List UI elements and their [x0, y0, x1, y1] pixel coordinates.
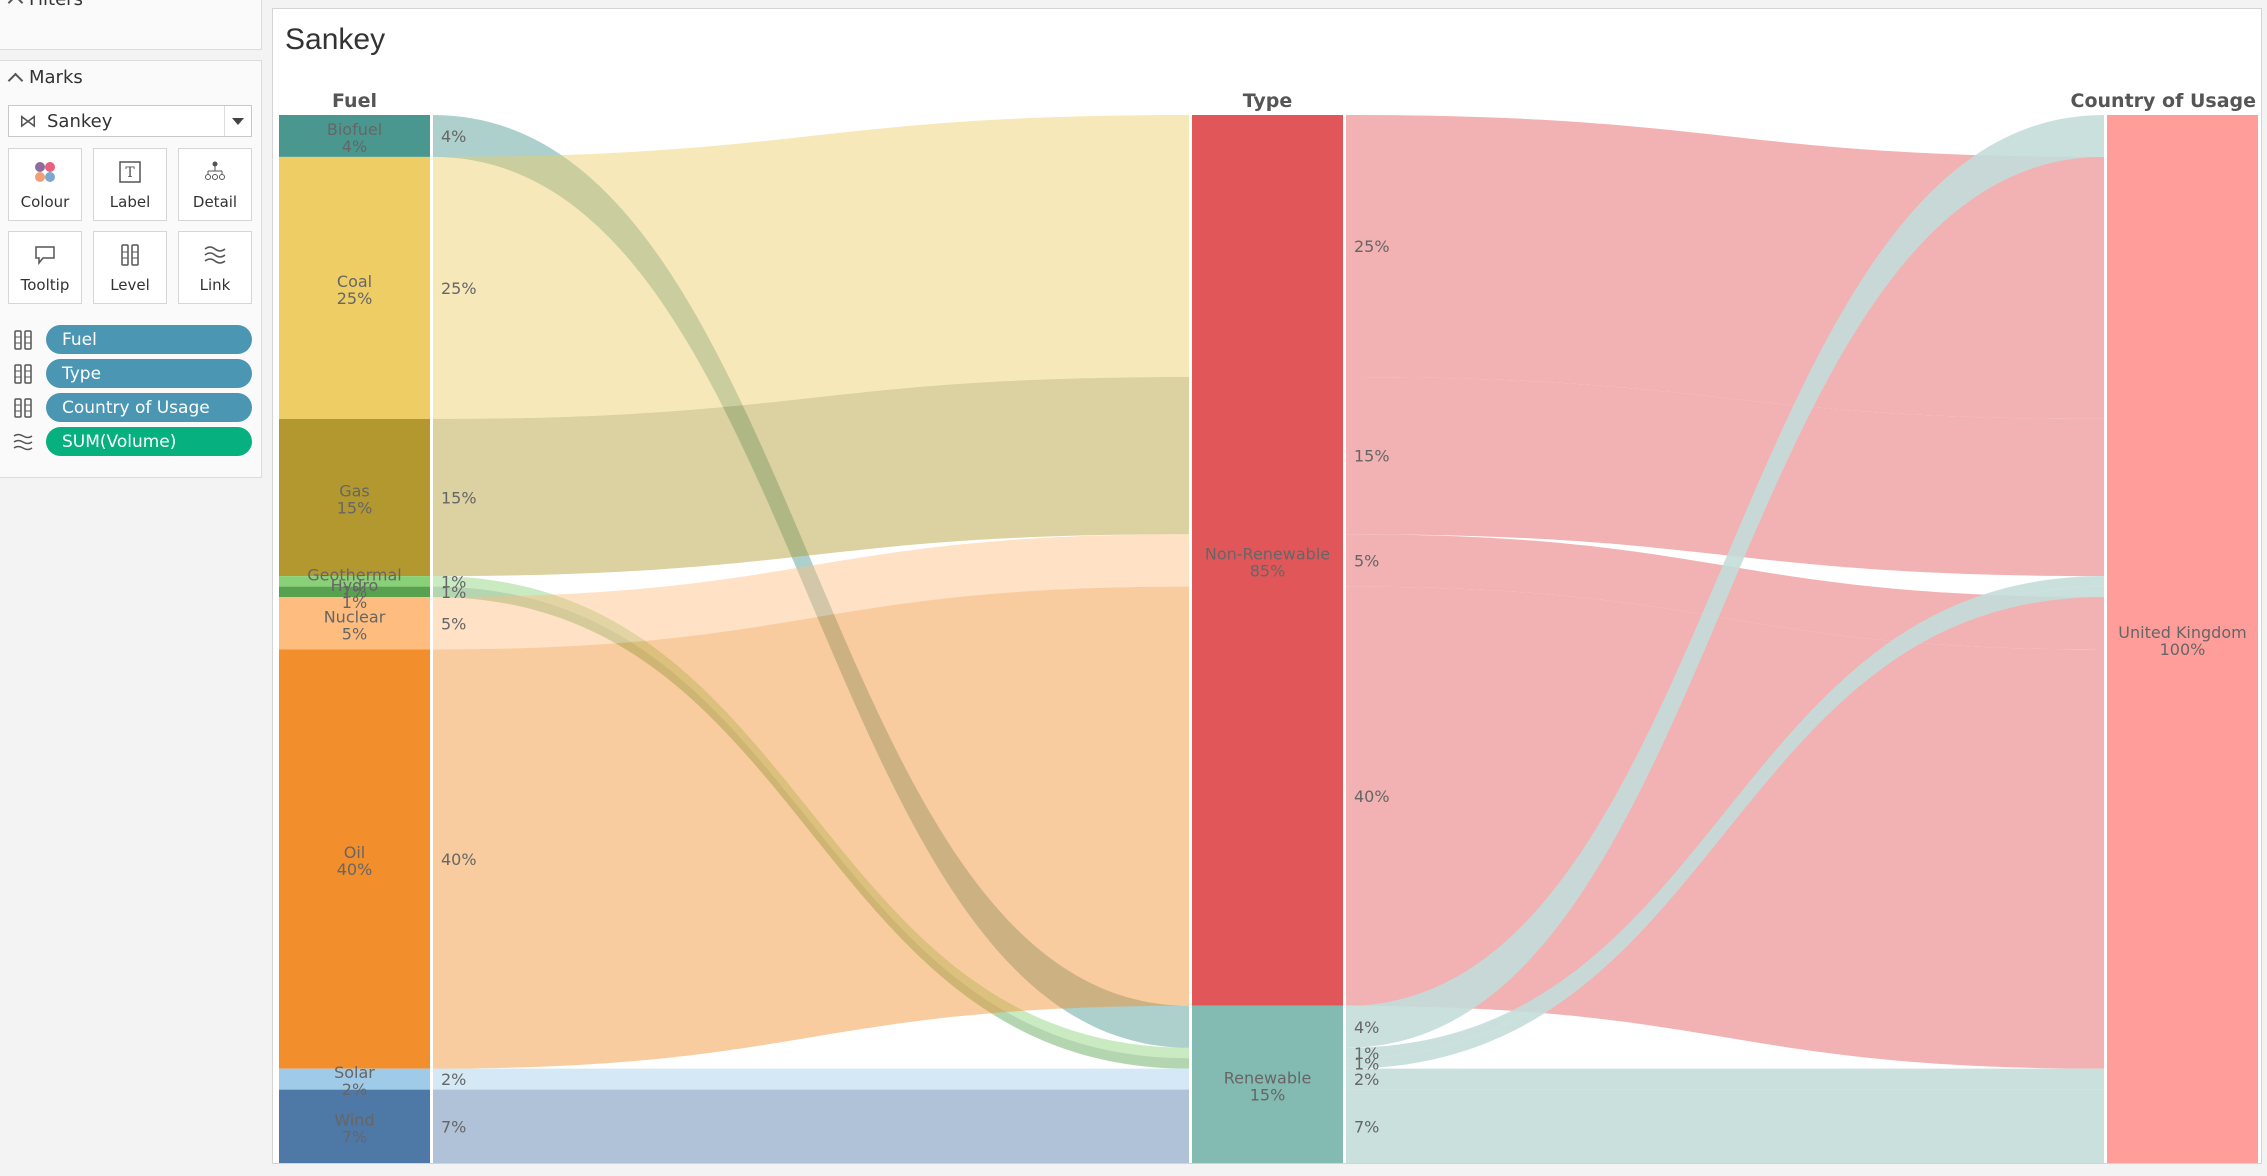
- card-label: Detail: [192, 193, 238, 211]
- link-solar-to-renewable[interactable]: [433, 1068, 1189, 1090]
- colour-icon: [9, 161, 81, 183]
- label-icon: T: [94, 161, 166, 183]
- card-label: Label: [109, 193, 151, 211]
- card-label: Tooltip: [20, 276, 70, 294]
- sankey-chart: 4%25%15%1%1%5%40%2%7%25%15%5%40%4%1%1%2%…: [279, 90, 2258, 1163]
- collapse-caret-icon: [7, 0, 24, 11]
- link-label: 5%: [1354, 551, 1379, 570]
- chart-frame: Sankey 4% 25% 15% 1% 1% 5% 40% 2% 7% 25% 15% 5% 40% 4…: [272, 8, 2262, 1164]
- link-label: 15%: [441, 489, 477, 508]
- sankey-icon: ⋈: [19, 110, 37, 132]
- field-pill-country-of-usage[interactable]: Country of Usage: [46, 393, 252, 422]
- node-label-value: 85%: [1250, 561, 1286, 580]
- filters-label: Filters: [29, 0, 83, 10]
- link-renewable-wind-to-united-kingdom[interactable]: [1346, 1089, 2104, 1163]
- node-label-value: 5%: [342, 624, 367, 643]
- level-icon: [12, 397, 34, 418]
- link-label: 25%: [441, 279, 477, 298]
- node-label-value: 15%: [1250, 1085, 1286, 1104]
- column-header-country-of-usage: Country of Usage: [2071, 90, 2256, 112]
- node-label-value: 2%: [342, 1080, 367, 1099]
- pill-row-volume: SUM(Volume): [12, 427, 252, 456]
- link-label: 5%: [441, 614, 466, 633]
- field-pill-type[interactable]: Type: [46, 359, 252, 388]
- link-label: 7%: [1354, 1117, 1379, 1136]
- link-label: 2%: [441, 1070, 466, 1089]
- dropdown-arrow-icon[interactable]: [224, 106, 251, 136]
- link-label: 4%: [441, 127, 466, 146]
- link-label: 40%: [441, 850, 477, 869]
- link-wind-to-renewable[interactable]: [433, 1089, 1189, 1163]
- column-header-fuel: Fuel: [332, 90, 377, 112]
- column-header-type: Type: [1243, 90, 1293, 112]
- detail-card[interactable]: Detail: [178, 148, 252, 221]
- link-card[interactable]: Link: [178, 231, 252, 304]
- link-oil-to-non-renewable[interactable]: [433, 586, 1189, 1069]
- svg-text:T: T: [125, 165, 135, 181]
- level-icon: [12, 363, 34, 384]
- node-label-value: 4%: [342, 137, 367, 156]
- link-icon: [12, 432, 34, 452]
- pill-row-country: Country of Usage: [12, 393, 252, 422]
- link-coal-to-non-renewable[interactable]: [433, 115, 1189, 419]
- link-label: 15%: [1354, 447, 1390, 466]
- tooltip-card[interactable]: Tooltip: [8, 231, 82, 304]
- links-type-to-country: [1346, 115, 2104, 1163]
- tooltip-icon: [9, 244, 81, 266]
- detail-icon: [179, 161, 251, 183]
- level-card[interactable]: Level: [93, 231, 167, 304]
- link-label: 4%: [1354, 1018, 1379, 1037]
- node-label-value: 100%: [2160, 640, 2206, 659]
- marks-panel: Marks ⋈ Sankey Colour T Label Detail Too…: [0, 60, 262, 478]
- marks-label: Marks: [29, 67, 83, 88]
- pill-row-type: Type: [12, 359, 252, 388]
- link-label: 1%: [441, 583, 466, 602]
- node-label-value: 40%: [337, 860, 373, 879]
- card-label: Level: [110, 276, 150, 294]
- link-renewable-solar-to-united-kingdom[interactable]: [1346, 1068, 2104, 1090]
- links-fuel-to-type: [433, 115, 1189, 1163]
- link-label: 25%: [1354, 237, 1390, 256]
- link-label: 7%: [441, 1117, 466, 1136]
- filters-panel: Filters: [0, 0, 262, 50]
- field-pill-fuel[interactable]: Fuel: [46, 325, 252, 354]
- node-label-value: 7%: [342, 1127, 367, 1146]
- collapse-caret-icon: [7, 72, 24, 89]
- marks-header[interactable]: Marks: [7, 67, 83, 89]
- link-label: 2%: [1354, 1070, 1379, 1089]
- label-card[interactable]: T Label: [93, 148, 167, 221]
- mark-type-dropdown[interactable]: ⋈ Sankey: [8, 105, 252, 137]
- filters-header[interactable]: Filters: [7, 0, 83, 11]
- level-icon: [94, 244, 166, 266]
- link-icon: [179, 244, 251, 266]
- field-pill-sum-volume[interactable]: SUM(Volume): [46, 427, 252, 456]
- link-label: 40%: [1354, 787, 1390, 806]
- mark-type-value: Sankey: [47, 110, 113, 132]
- level-icon: [12, 329, 34, 350]
- card-label: Colour: [20, 193, 70, 211]
- pill-row-fuel: Fuel: [12, 325, 252, 354]
- node-label-value: 25%: [337, 289, 373, 308]
- node-label-value: 15%: [337, 499, 373, 518]
- colour-card[interactable]: Colour: [8, 148, 82, 221]
- card-label: Link: [199, 276, 231, 294]
